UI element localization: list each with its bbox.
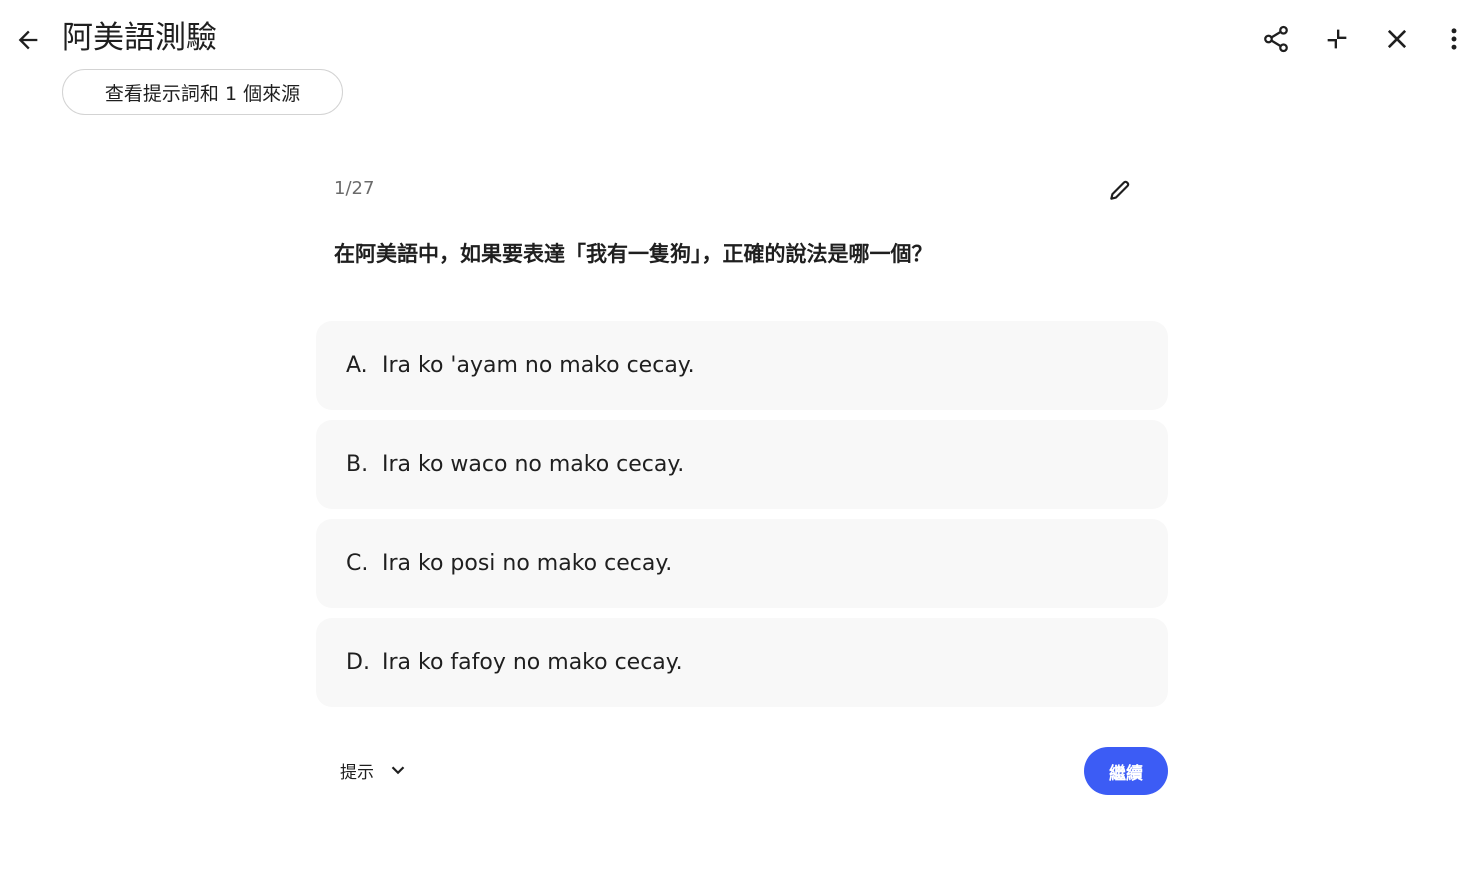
continue-button[interactable]: 繼續 — [1084, 747, 1168, 795]
close-button[interactable] — [1376, 18, 1418, 60]
arrow-back-icon — [18, 30, 38, 50]
close-icon — [1387, 29, 1407, 49]
share-button[interactable] — [1255, 18, 1297, 60]
option-text: Ira ko 'ayam no mako cecay. — [382, 353, 695, 378]
chevron-down-icon — [386, 758, 410, 782]
collapse-icon — [1327, 29, 1347, 49]
option-c[interactable]: C. Ira ko posi no mako cecay. — [316, 519, 1168, 608]
option-text: Ira ko posi no mako cecay. — [382, 551, 673, 576]
source-chip-label: 查看提示詞和 1 個來源 — [104, 82, 301, 105]
share-icon — [1264, 25, 1288, 53]
option-a[interactable]: A. Ira ko 'ayam no mako cecay. — [316, 321, 1168, 410]
option-b[interactable]: B. Ira ko waco no mako cecay. — [316, 420, 1168, 509]
option-letter: B. — [346, 452, 369, 477]
quiz-page: 阿美語測驗 查看提示詞和 1 個來源 1/27 在阿美語中，如果要表達「我有一隻… — [0, 0, 1475, 872]
option-letter: D. — [346, 650, 370, 675]
hint-label: 提示 — [340, 762, 374, 783]
option-text: Ira ko fafoy no mako cecay. — [382, 650, 683, 675]
pencil-icon — [1110, 180, 1130, 200]
page-title: 阿美語測驗 — [62, 20, 217, 56]
more-vert-icon — [1451, 28, 1457, 50]
question-text: 在阿美語中，如果要表達「我有一隻狗」，正確的說法是哪一個？ — [334, 242, 933, 266]
collapse-button[interactable] — [1316, 18, 1358, 60]
option-d[interactable]: D. Ira ko fafoy no mako cecay. — [316, 618, 1168, 707]
view-prompt-sources-button[interactable]: 查看提示詞和 1 個來源 — [62, 69, 343, 115]
option-letter: C. — [346, 551, 369, 576]
answer-options: A. Ira ko 'ayam no mako cecay. B. Ira ko… — [316, 321, 1168, 717]
edit-button[interactable] — [1100, 170, 1140, 210]
hint-toggle[interactable]: 提示 — [330, 750, 410, 790]
back-button[interactable] — [8, 20, 48, 60]
question-counter: 1/27 — [334, 178, 375, 199]
more-options-button[interactable] — [1433, 18, 1475, 60]
option-letter: A. — [346, 353, 368, 378]
option-text: Ira ko waco no mako cecay. — [382, 452, 685, 477]
